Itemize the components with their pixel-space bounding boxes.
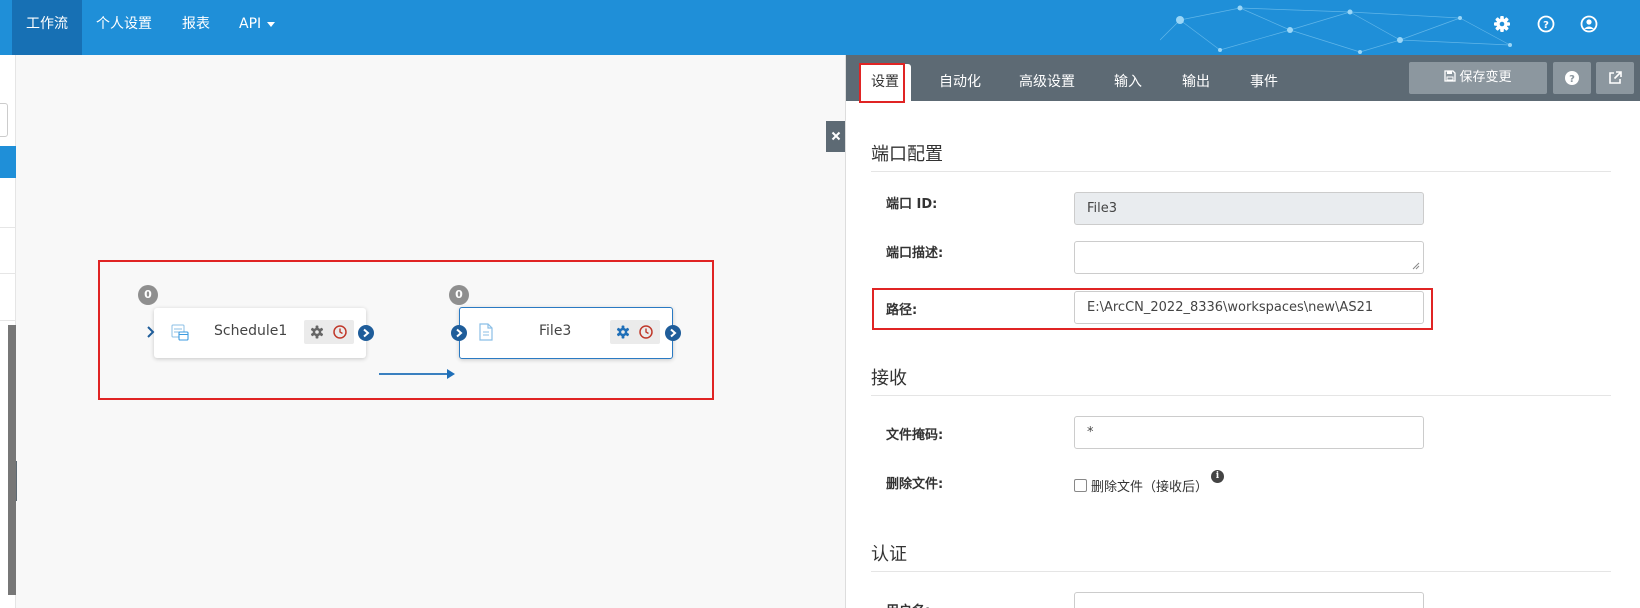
section-title-auth: 认证 [871, 544, 907, 565]
node-schedule-clock-icon[interactable] [332, 324, 348, 340]
save-changes-button[interactable]: 保存变更 [1409, 62, 1547, 94]
file-icon [479, 323, 493, 341]
section-divider [871, 395, 1611, 396]
divider [0, 227, 16, 228]
nav-item-reports[interactable]: 报表 [168, 0, 224, 55]
section-divider [871, 171, 1611, 172]
tab-automation[interactable]: 自动化 [939, 64, 981, 101]
panel-tabbar: 设置 自动化 高级设置 输入 输出 事件 保存变更 ? [846, 55, 1640, 101]
chevron-right-icon [456, 328, 463, 338]
node-settings-gear-icon[interactable] [615, 324, 631, 340]
svg-text:?: ? [1569, 74, 1575, 85]
file-mask-input[interactable]: * [1074, 416, 1424, 449]
schedule-icon [171, 324, 189, 341]
node-settings-gear-icon[interactable] [309, 324, 325, 340]
node-output-port[interactable] [358, 325, 374, 341]
tab-advanced-settings[interactable]: 高级设置 [1019, 64, 1075, 101]
path-label: 路径: [886, 303, 918, 318]
nav-item-personal-settings[interactable]: 个人设置 [82, 0, 166, 55]
delete-file-checkbox-label[interactable]: 删除文件（接收后） [1091, 476, 1208, 495]
port-description-textarea[interactable] [1074, 241, 1424, 274]
sidebar-selected-item[interactable] [0, 146, 16, 178]
nav-item-workflows[interactable]: 工作流 [12, 0, 82, 55]
sidebar-search-input[interactable] [0, 103, 8, 137]
node-input-chevron-icon [147, 326, 155, 338]
close-panel-button[interactable] [826, 121, 845, 152]
node-label: File3 [539, 323, 572, 339]
save-changes-label: 保存变更 [1459, 70, 1512, 85]
nav-item-api[interactable]: API [225, 0, 289, 55]
caret-down-icon [267, 21, 276, 27]
top-navbar: 工作流 个人设置 报表 API ? [0, 0, 1640, 55]
node-label: Schedule1 [214, 323, 288, 339]
tab-events[interactable]: 事件 [1250, 64, 1278, 101]
divider [0, 320, 16, 321]
tab-input[interactable]: 输入 [1114, 64, 1142, 101]
path-input[interactable]: E:\ArcCN_2022_8336\workspaces\new\AS21 [1074, 291, 1424, 324]
workflow-canvas[interactable]: Schedule1 0 File3 0 [17, 55, 845, 608]
help-icon[interactable]: ? [1536, 14, 1556, 34]
divider [0, 273, 16, 274]
delete-file-checkbox[interactable] [1074, 479, 1087, 492]
workflow-node-schedule1[interactable]: Schedule1 [154, 308, 366, 358]
username-label: 用户名: [886, 600, 930, 608]
close-icon [831, 131, 840, 141]
nav-item-api-label: API [239, 16, 262, 32]
info-icon[interactable]: i [1211, 470, 1224, 483]
network-decoration [1160, 5, 1512, 54]
workflow-node-file3[interactable]: File3 [459, 307, 673, 359]
gear-icon[interactable] [1492, 14, 1512, 34]
port-id-input[interactable]: File3 [1074, 192, 1424, 225]
section-title-port-config: 端口配置 [871, 144, 943, 165]
workflow-list-sidebar [0, 55, 16, 608]
annotation-highlight-box [859, 63, 905, 103]
user-icon[interactable] [1579, 14, 1599, 34]
node-toolbar [610, 320, 660, 344]
help-button[interactable]: ? [1553, 62, 1591, 94]
node-count-badge: 0 [449, 285, 469, 305]
save-icon [1444, 70, 1457, 82]
node-count-badge: 0 [138, 285, 158, 305]
chevron-right-icon [363, 328, 370, 338]
svg-text:?: ? [1543, 20, 1549, 31]
delete-file-label: 删除文件: [886, 477, 944, 492]
node-toolbar [304, 320, 354, 344]
tab-output[interactable]: 输出 [1182, 64, 1210, 101]
chevron-right-icon [670, 328, 677, 338]
section-title-receive: 接收 [871, 368, 907, 389]
connector-line [379, 369, 455, 379]
resize-grip-icon[interactable] [1412, 262, 1420, 270]
properties-panel: 设置 自动化 高级设置 输入 输出 事件 保存变更 ? 端口配置 端口 ID: … [845, 55, 1640, 608]
file-mask-label: 文件掩码: [886, 428, 944, 443]
node-input-port[interactable] [451, 325, 467, 341]
username-input[interactable] [1074, 592, 1424, 608]
section-divider [871, 571, 1611, 572]
external-link-icon [1609, 71, 1622, 84]
node-schedule-clock-icon[interactable] [638, 324, 654, 340]
sidebar-scrollbar[interactable] [8, 325, 16, 595]
node-output-port[interactable] [665, 325, 681, 341]
help-icon: ? [1565, 71, 1579, 85]
port-id-label: 端口 ID: [886, 197, 938, 212]
port-description-label: 端口描述: [886, 246, 944, 261]
open-external-button[interactable] [1596, 62, 1634, 94]
